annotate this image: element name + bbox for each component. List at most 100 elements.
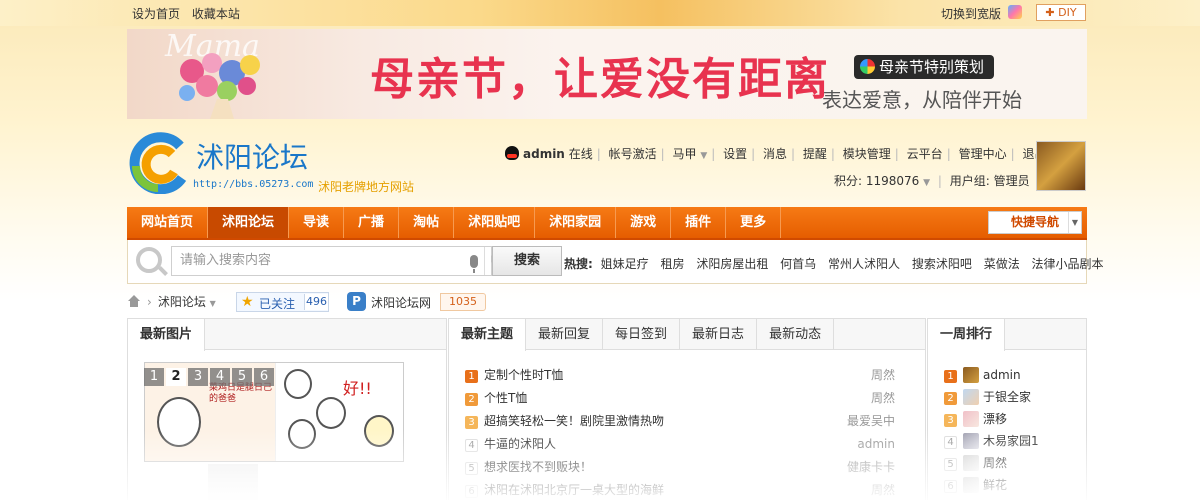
breadcrumb-forum[interactable]: 沭阳论坛 — [158, 295, 206, 309]
ranking-list: 1 admin 2 于银全家 3 漂移 4 木易家园1 5 周然 6 鲜花 — [944, 364, 1084, 496]
topic-title[interactable]: 想求医找不到贩块！ — [484, 460, 592, 474]
set-home-link[interactable]: 设为首页 — [132, 7, 180, 21]
alt-account-menu[interactable]: 马甲 — [672, 147, 696, 161]
site-url[interactable]: http://bbs.05273.com — [193, 179, 313, 190]
topic-title[interactable]: 超搞笑轻松一笑！剧院里激情热吻 — [484, 414, 664, 428]
slider-page-3[interactable]: 3 — [188, 368, 208, 386]
cloud-platform-link[interactable]: 云平台 — [907, 147, 943, 161]
search-input[interactable]: 请输入搜索内容 帖子 ▼ — [171, 246, 527, 276]
tab-weekly-ranking[interactable]: 一周排行 — [928, 319, 1006, 351]
home-icon[interactable] — [127, 295, 141, 307]
module-admin-link[interactable]: 模块管理 — [843, 147, 891, 161]
bookmark-link[interactable]: 收藏本站 — [192, 7, 240, 21]
list-item[interactable]: 2 于银全家 — [944, 386, 1084, 408]
theme-icon[interactable] — [1008, 5, 1022, 19]
diy-button[interactable]: ✚ DIY — [1036, 4, 1086, 21]
list-item[interactable]: 3 漂移 — [944, 408, 1084, 430]
rank-username[interactable]: 鲜花 — [983, 478, 1007, 492]
hot-search-item[interactable]: 搜索沭阳吧 — [912, 257, 972, 271]
slider-page-1[interactable]: 1 — [144, 368, 164, 386]
nav-item-forum[interactable]: 沭阳论坛 — [208, 207, 290, 238]
tab-daily-checkin[interactable]: 每日签到 — [603, 319, 681, 350]
topic-author[interactable]: 周然 — [871, 479, 895, 500]
nav-item-guide[interactable]: 导读 — [289, 207, 345, 238]
hot-search-item[interactable]: 常州人沭阳人 — [828, 257, 900, 271]
slider-page-4[interactable]: 4 — [210, 368, 230, 386]
portal-name[interactable]: 沭阳论坛网 — [371, 294, 431, 311]
nav-item-games[interactable]: 游戏 — [616, 207, 672, 238]
banner-headline: 母亲节，让爱没有距离 — [370, 54, 830, 105]
topic-author[interactable]: 周然 — [871, 364, 895, 387]
avatar[interactable] — [963, 411, 979, 427]
hot-search-item[interactable]: 菜做法 — [984, 257, 1020, 271]
tab-latest-topics[interactable]: 最新主题 — [449, 319, 527, 351]
list-item[interactable]: 3 超搞笑轻松一笑！剧院里激情热吻 最爱吴中 — [465, 410, 911, 433]
avatar[interactable] — [963, 455, 979, 471]
nav-item-collection[interactable]: 淘帖 — [399, 207, 455, 238]
topic-author[interactable]: 周然 — [871, 387, 895, 410]
portal-icon[interactable]: P — [347, 292, 366, 311]
slider-page-5[interactable]: 5 — [232, 368, 252, 386]
list-item[interactable]: 4 木易家园1 — [944, 430, 1084, 452]
hot-search-item[interactable]: 姐妹足疗 — [601, 257, 649, 271]
rank-username[interactable]: 漂移 — [983, 412, 1007, 426]
topic-title[interactable]: 个性T恤 — [484, 391, 527, 405]
slider-page-2[interactable]: 2 — [166, 368, 186, 386]
nav-item-home[interactable]: 网站首页 — [127, 207, 209, 238]
topic-author[interactable]: 最爱吴中 — [847, 410, 895, 433]
switch-wide-link[interactable]: 切换到宽版 — [941, 5, 1001, 22]
mothers-day-banner[interactable]: Mama 母亲节，让爱没有距离 母亲节特别策划 表达爱意，从陪伴开始 — [127, 29, 1087, 119]
avatar[interactable] — [963, 367, 979, 383]
nav-item-broadcast[interactable]: 广播 — [344, 207, 400, 238]
online-status[interactable]: 在线 — [569, 147, 593, 161]
credits-menu[interactable]: 积分: 1198076 — [834, 174, 919, 188]
list-item[interactable]: 5 想求医找不到贩块！ 健康卡卡 — [465, 456, 911, 479]
avatar[interactable] — [963, 477, 979, 493]
nav-item-home-space[interactable]: 沭阳家园 — [535, 207, 617, 238]
user-avatar[interactable] — [1036, 141, 1086, 191]
rank-username[interactable]: 木易家园1 — [983, 434, 1039, 448]
search-button[interactable]: 搜索 — [492, 246, 562, 276]
rank-username[interactable]: 周然 — [983, 456, 1007, 470]
list-item[interactable]: 6 沭阳在沭阳北京厅一桌大型的海鲜 周然 — [465, 479, 911, 500]
avatar[interactable] — [963, 433, 979, 449]
account-activate-link[interactable]: 帐号激活 — [609, 147, 657, 161]
tab-latest-images[interactable]: 最新图片 — [128, 319, 206, 351]
tab-latest-blogs[interactable]: 最新日志 — [680, 319, 758, 350]
nav-item-plugins[interactable]: 插件 — [671, 207, 727, 238]
settings-link[interactable]: 设置 — [723, 147, 747, 161]
topic-author[interactable]: admin — [857, 433, 895, 456]
notifications-link[interactable]: 提醒 — [803, 147, 827, 161]
list-item[interactable]: 5 周然 — [944, 452, 1084, 474]
list-item[interactable]: 1 定制个性时T恤 周然 — [465, 364, 911, 387]
rank-username[interactable]: 于银全家 — [983, 390, 1031, 404]
topic-title[interactable]: 牛逼的沭阳人 — [484, 437, 556, 451]
list-item[interactable]: 2 个性T恤 周然 — [465, 387, 911, 410]
admin-center-link[interactable]: 管理中心 — [959, 147, 1007, 161]
list-item[interactable]: 6 鲜花 — [944, 474, 1084, 496]
list-item[interactable]: 1 admin — [944, 364, 1084, 386]
tab-latest-activity[interactable]: 最新动态 — [757, 319, 835, 350]
site-name[interactable]: 沭阳论坛 — [196, 136, 308, 176]
topic-title[interactable]: 沭阳在沭阳北京厅一桌大型的海鲜 — [484, 483, 664, 497]
user-group-link[interactable]: 用户组: 管理员 — [950, 174, 1030, 188]
nav-item-more[interactable]: 更多 — [726, 207, 782, 238]
hot-search-item[interactable]: 沭阳房屋出租 — [696, 257, 768, 271]
topic-title[interactable]: 定制个性时T恤 — [484, 368, 563, 382]
microphone-icon[interactable] — [470, 255, 478, 273]
nav-item-tieba[interactable]: 沭阳贴吧 — [454, 207, 536, 238]
hot-search-item[interactable]: 法律小品剧本 — [1032, 257, 1104, 271]
quick-nav-button[interactable]: 快捷导航 ▼ — [988, 211, 1082, 234]
list-item[interactable]: 4 牛逼的沭阳人 admin — [465, 433, 911, 456]
hot-search-item[interactable]: 何首乌 — [780, 257, 816, 271]
tab-latest-replies[interactable]: 最新回复 — [526, 319, 604, 350]
avatar[interactable] — [963, 389, 979, 405]
slider-page-6[interactable]: 6 — [254, 368, 274, 386]
topic-author[interactable]: 健康卡卡 — [847, 456, 895, 479]
site-logo-icon[interactable] — [128, 132, 188, 194]
hot-search-item[interactable]: 租房 — [660, 257, 684, 271]
username-link[interactable]: admin — [523, 147, 565, 161]
follow-button[interactable]: ★ 已关注 496 — [236, 292, 329, 312]
messages-link[interactable]: 消息 — [763, 147, 787, 161]
rank-username[interactable]: admin — [983, 368, 1021, 382]
